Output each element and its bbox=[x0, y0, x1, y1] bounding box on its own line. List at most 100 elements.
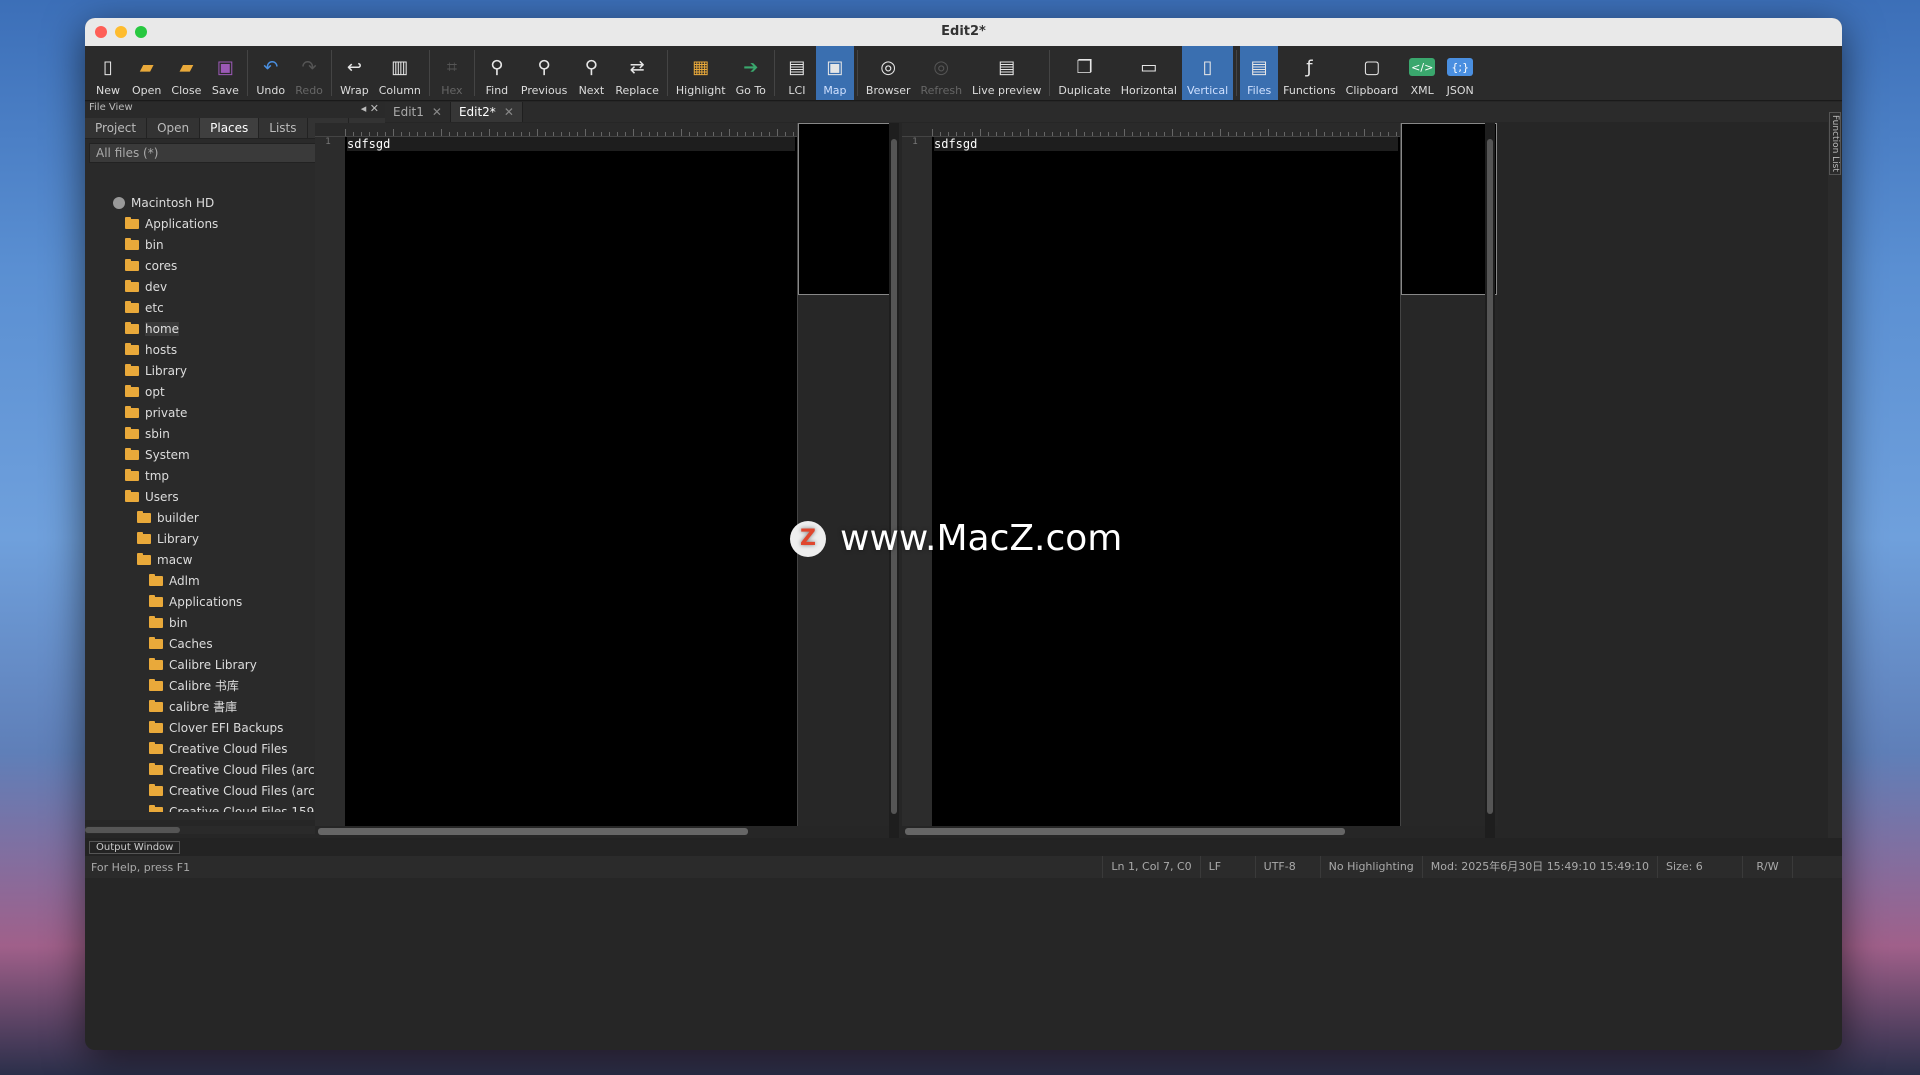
tree-item-label: Applications bbox=[169, 594, 243, 609]
editor-pane-left[interactable]: 1 sdfsgd bbox=[315, 123, 895, 838]
toolbar-xml-button[interactable]: </> XML bbox=[1403, 46, 1441, 100]
toolbar-column-button[interactable]: ▥ Column bbox=[374, 46, 426, 100]
toolbar-lci-button[interactable]: ▤ LCI bbox=[778, 46, 816, 100]
doc-tab-label: Edit1 bbox=[393, 105, 424, 119]
toolbar-next-button[interactable]: ⚲ Next bbox=[572, 46, 610, 100]
toolbar-button-label: Map bbox=[823, 84, 847, 97]
toolbar-hex-button[interactable]: ⌗ Hex bbox=[433, 46, 471, 100]
editor-vertical-scrollbar-right[interactable] bbox=[1485, 123, 1495, 838]
status-mode[interactable]: R/W bbox=[1742, 856, 1792, 878]
close-tab-icon[interactable]: ✕ bbox=[432, 105, 442, 119]
clipboard-icon: ▢ bbox=[1363, 56, 1381, 78]
toolbar-clipboard-button[interactable]: ▢ Clipboard bbox=[1341, 46, 1404, 100]
tree-item-label: home bbox=[145, 321, 180, 336]
toolbar-open-button[interactable]: ▰ Open bbox=[127, 46, 166, 100]
close-panel-icon[interactable]: ◂ ✕ bbox=[361, 102, 379, 115]
function-list-tab[interactable]: Function List bbox=[1828, 102, 1842, 838]
doc-tab-edit1[interactable]: Edit1 ✕ bbox=[385, 102, 451, 122]
folder-icon bbox=[149, 741, 163, 754]
toolbar-highlight-button[interactable]: ▦ Highlight bbox=[671, 46, 731, 100]
lci-icon: ▤ bbox=[788, 56, 806, 78]
output-window-tab[interactable]: Output Window bbox=[89, 841, 181, 854]
editor-horizontal-scrollbar[interactable] bbox=[315, 826, 895, 838]
ruler-tick bbox=[1004, 132, 1005, 136]
editor-horizontal-scrollbar[interactable] bbox=[902, 826, 1498, 838]
ruler-tick bbox=[761, 132, 762, 136]
toolbar-separator bbox=[428, 50, 430, 96]
tree-item-label: Users bbox=[145, 489, 179, 504]
ruler-tick bbox=[457, 132, 458, 136]
toolbar-files-button[interactable]: ▤ Files bbox=[1240, 46, 1279, 100]
toolbar-duplicate-button[interactable]: ❐ Duplicate bbox=[1053, 46, 1115, 100]
ruler-tick bbox=[721, 132, 722, 136]
folder-icon bbox=[125, 342, 139, 355]
toolbar-functions-button[interactable]: ƒ Functions bbox=[1278, 46, 1341, 100]
ruler-tick bbox=[561, 132, 562, 136]
ruler-tick bbox=[1108, 132, 1109, 136]
toolbar-button-label: Close bbox=[171, 84, 202, 97]
toolbar-map-button[interactable]: ▣ Map bbox=[815, 46, 854, 100]
status-encoding[interactable]: UTF-8 bbox=[1254, 856, 1320, 878]
close-tab-icon[interactable]: ✕ bbox=[504, 105, 514, 119]
toolbar-close-button[interactable]: ▰ Close bbox=[166, 46, 206, 100]
document-map[interactable] bbox=[797, 123, 895, 826]
toolbar-replace-button[interactable]: ⇄ Replace bbox=[610, 46, 664, 100]
document-map[interactable] bbox=[1400, 123, 1498, 826]
ruler-tick bbox=[521, 132, 522, 136]
toolbar-separator bbox=[247, 50, 249, 96]
folder-icon bbox=[125, 363, 139, 376]
code-area[interactable]: sdfsgd bbox=[932, 137, 1398, 826]
toolbar-live-preview-button[interactable]: ▤ Live preview bbox=[967, 46, 1046, 100]
toolbar-vertical-button[interactable]: ▯ Vertical bbox=[1181, 46, 1234, 100]
file-view-title: File View bbox=[89, 102, 133, 113]
tab-open[interactable]: Open bbox=[147, 118, 201, 138]
code-area[interactable]: sdfsgd bbox=[345, 137, 795, 826]
ruler-tick bbox=[1396, 132, 1397, 136]
ruler-tick bbox=[681, 129, 682, 136]
code-line: sdfsgd bbox=[347, 137, 391, 151]
editor-vertical-scrollbar-left[interactable] bbox=[889, 123, 899, 838]
ruler-tick bbox=[793, 132, 794, 136]
toolbar-new-button[interactable]: ▯ New bbox=[89, 46, 127, 100]
toolbar-save-button[interactable]: ▣ Save bbox=[206, 46, 244, 100]
folder-icon bbox=[149, 720, 163, 733]
toolbar-json-button[interactable]: {;} JSON bbox=[1441, 46, 1479, 100]
toolbar-browser-button[interactable]: ◎ Browser bbox=[861, 46, 916, 100]
ruler-tick bbox=[377, 132, 378, 136]
tree-item-label: hosts bbox=[145, 342, 178, 357]
tree-item-label: tmp bbox=[145, 468, 170, 483]
ruler-tick bbox=[409, 132, 410, 136]
toolbar-find-button[interactable]: ⚲ Find bbox=[478, 46, 516, 100]
toolbar-redo-button[interactable]: ↷ Redo bbox=[290, 46, 328, 100]
status-eol[interactable]: LF bbox=[1199, 856, 1255, 878]
status-highlighting[interactable]: No Highlighting bbox=[1319, 856, 1422, 878]
status-bar: For Help, press F1 Ln 1, Col 7, C0 LF UT… bbox=[85, 856, 1842, 878]
toolbar-previous-button[interactable]: ⚲ Previous bbox=[516, 46, 573, 100]
toolbar-button-label: Hex bbox=[441, 84, 463, 97]
ruler-tick bbox=[932, 129, 933, 136]
status-size: Size: 6 bbox=[1657, 856, 1742, 878]
toolbar-button-label: Vertical bbox=[1186, 84, 1229, 97]
ruler-tick bbox=[1372, 132, 1373, 136]
tab-places[interactable]: Places bbox=[200, 118, 260, 138]
tab-lists[interactable]: Lists bbox=[259, 118, 308, 138]
toolbar-go-to-button[interactable]: ➔ Go To bbox=[731, 46, 771, 100]
ruler-tick bbox=[497, 132, 498, 136]
toolbar-wrap-button[interactable]: ↩ Wrap bbox=[335, 46, 374, 100]
ruler-tick bbox=[513, 132, 514, 136]
toolbar-undo-button[interactable]: ↶ Undo bbox=[251, 46, 290, 100]
map-viewport[interactable] bbox=[798, 123, 894, 295]
folder-icon bbox=[125, 447, 139, 460]
doc-tab-edit2[interactable]: Edit2* ✕ bbox=[450, 102, 523, 122]
doc-tab-label: Edit2* bbox=[458, 105, 496, 119]
toolbar-button-label: Redo bbox=[295, 84, 323, 97]
toolbar-refresh-button[interactable]: ◎ Refresh bbox=[916, 46, 968, 100]
tree-item-label: Macintosh HD bbox=[131, 195, 215, 210]
files-icon: ▤ bbox=[1250, 56, 1268, 78]
toolbar-horizontal-button[interactable]: ▭ Horizontal bbox=[1116, 46, 1182, 100]
disk-icon bbox=[113, 196, 125, 209]
tab-project[interactable]: Project bbox=[85, 118, 148, 138]
folder-icon bbox=[149, 636, 163, 649]
editor-pane-right[interactable]: 1 sdfsgd bbox=[902, 123, 1498, 838]
map-viewport[interactable] bbox=[1401, 123, 1497, 295]
